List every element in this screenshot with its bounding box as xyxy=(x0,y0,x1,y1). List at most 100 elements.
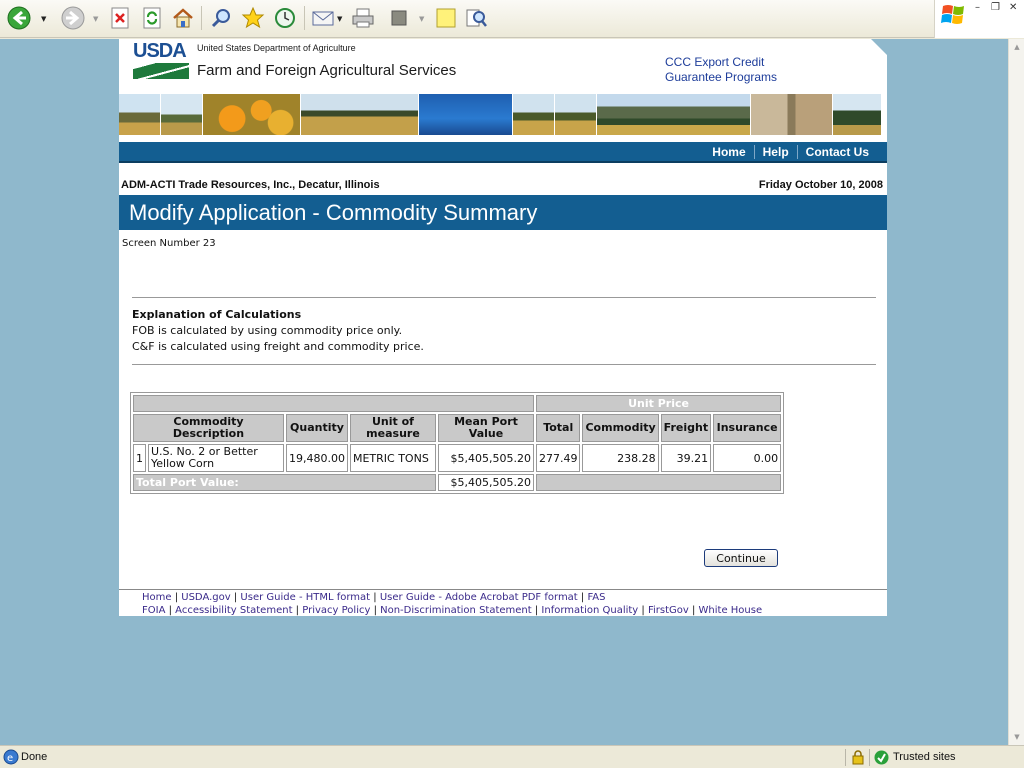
back-icon[interactable] xyxy=(6,5,32,31)
footer-user-guide-pdf-link[interactable]: User Guide - Adobe Acrobat PDF format xyxy=(380,592,578,603)
ie-page-icon: e xyxy=(3,749,19,765)
usda-swoosh-icon xyxy=(133,63,189,79)
restore-button[interactable]: ❐ xyxy=(991,2,1000,13)
continue-button[interactable]: Continue xyxy=(704,549,778,567)
page-title: Modify Application - Commodity Summary xyxy=(119,195,887,230)
nav-help-link[interactable]: Help xyxy=(753,144,797,159)
banner-photo-field xyxy=(161,94,203,135)
forward-dropdown-icon[interactable]: ▼ xyxy=(93,15,98,23)
close-button[interactable]: ✕ xyxy=(1009,2,1017,13)
row-freight: 39.21 xyxy=(660,444,712,472)
vertical-scrollbar[interactable]: ▲ ▼ xyxy=(1008,39,1024,745)
search-icon[interactable] xyxy=(208,5,234,31)
row-unit: METRIC TONS xyxy=(349,444,436,472)
back-dropdown-icon[interactable]: ▼ xyxy=(41,15,46,23)
department-name: United States Department of Agriculture xyxy=(197,43,356,53)
commodity-summary-table: Unit Price Commodity Description Quantit… xyxy=(130,392,785,494)
table-total-row: Total Port Value: $5,405,505.20 xyxy=(133,474,782,491)
print-icon[interactable] xyxy=(350,5,376,31)
row-total: 277.49 xyxy=(535,444,581,472)
mail-dropdown-icon[interactable]: ▼ xyxy=(337,15,342,23)
col-total-header: Total xyxy=(535,414,581,442)
refresh-icon[interactable] xyxy=(139,5,165,31)
footer-links: Home | USDA.gov | User Guide - HTML form… xyxy=(142,591,762,617)
svg-text:e: e xyxy=(7,753,13,764)
history-icon[interactable] xyxy=(272,5,298,31)
discuss-icon[interactable] xyxy=(433,5,459,31)
usda-logo[interactable]: USDA xyxy=(133,41,189,81)
table-group-header-row: Unit Price xyxy=(133,395,782,412)
browser-viewport: USDA United States Department of Agricul… xyxy=(0,39,1008,745)
row-quantity: 19,480.00 xyxy=(286,444,348,472)
windows-logo-area: – ❐ ✕ xyxy=(934,0,1024,38)
forward-icon[interactable] xyxy=(60,5,86,31)
footer-line-2: FOIA | Accessibility Statement | Privacy… xyxy=(142,605,763,616)
total-row-filler xyxy=(535,474,782,491)
explanation-heading: Explanation of Calculations xyxy=(132,308,302,321)
status-text: Done xyxy=(21,751,48,763)
lock-icon xyxy=(852,750,864,765)
screen-number: Screen Number 23 xyxy=(122,238,216,249)
banner-photo-field xyxy=(119,94,161,135)
col-insurance-header: Insurance xyxy=(713,414,782,442)
organization-name: ADM-ACTI Trade Resources, Inc., Decatur,… xyxy=(121,179,380,191)
footer-firstgov-link[interactable]: FirstGov xyxy=(648,605,689,616)
banner-photo-prairie xyxy=(301,94,419,135)
footer-fas-link[interactable]: FAS xyxy=(587,592,605,603)
banner-photo-lake xyxy=(419,94,513,135)
row-commodity-price: 238.28 xyxy=(582,444,659,472)
row-insurance: 0.00 xyxy=(713,444,782,472)
col-unit-header: Unit of measure xyxy=(349,414,436,442)
footer-line-1: Home | USDA.gov | User Guide - HTML form… xyxy=(142,592,606,603)
footer-usda-link[interactable]: USDA.gov xyxy=(181,592,230,603)
nav-contact-link[interactable]: Contact Us xyxy=(796,144,877,159)
footer-foia-link[interactable]: FOIA xyxy=(142,605,165,616)
footer-divider xyxy=(119,589,887,590)
stop-icon[interactable] xyxy=(107,5,133,31)
banner-photo-oranges xyxy=(203,94,301,135)
footer-accessibility-link[interactable]: Accessibility Statement xyxy=(175,605,292,616)
row-mean-port-value: $5,405,505.20 xyxy=(437,444,534,472)
security-zone: Trusted sites xyxy=(893,751,956,763)
footer-home-link[interactable]: Home xyxy=(142,592,172,603)
col-freight-header: Freight xyxy=(660,414,712,442)
top-nav: Home Help Contact Us xyxy=(119,142,887,163)
col-quantity-header: Quantity xyxy=(286,414,348,442)
scroll-down-arrow-icon[interactable]: ▼ xyxy=(1009,729,1024,745)
browser-toolbar: ▼ ▼ ▼ ▼ – ❐ ✕ xyxy=(0,0,1024,38)
home-icon[interactable] xyxy=(170,5,196,31)
edit-icon[interactable] xyxy=(386,5,412,31)
favorites-icon[interactable] xyxy=(240,5,266,31)
photo-banner xyxy=(119,94,887,135)
banner-photo-mountain xyxy=(597,94,751,135)
footer-privacy-link[interactable]: Privacy Policy xyxy=(302,605,370,616)
divider xyxy=(132,364,876,365)
research-icon[interactable] xyxy=(463,5,489,31)
footer-non-discrimination-link[interactable]: Non-Discrimination Statement xyxy=(380,605,532,616)
unit-price-group-header: Unit Price xyxy=(535,395,782,412)
banner-photo-farmers xyxy=(751,94,833,135)
context-line: ADM-ACTI Trade Resources, Inc., Decatur,… xyxy=(119,163,887,195)
nav-home-link[interactable]: Home xyxy=(704,145,753,159)
status-bar: e Done Trusted sites xyxy=(0,745,1024,768)
total-port-value-label: Total Port Value: xyxy=(133,474,436,491)
explanation-line-1: FOB is calculated by using commodity pri… xyxy=(132,324,403,337)
page-corner xyxy=(871,39,887,55)
scroll-up-arrow-icon[interactable]: ▲ xyxy=(1009,39,1024,55)
usda-logo-text: USDA xyxy=(133,40,187,62)
table-row: 1 U.S. No. 2 or Better Yellow Corn 19,48… xyxy=(133,444,782,472)
minimize-button[interactable]: – xyxy=(975,2,980,13)
footer-white-house-link[interactable]: White House xyxy=(699,605,763,616)
current-date: Friday October 10, 2008 xyxy=(758,179,883,191)
row-index: 1 xyxy=(133,444,146,472)
footer-user-guide-html-link[interactable]: User Guide - HTML format xyxy=(240,592,370,603)
banner-photo-field xyxy=(513,94,555,135)
footer-information-quality-link[interactable]: Information Quality xyxy=(541,605,638,616)
program-name: CCC Export Credit Guarantee Programs xyxy=(665,55,777,85)
total-port-value: $5,405,505.20 xyxy=(437,474,534,491)
col-commodity-header: Commodity Description xyxy=(133,414,284,442)
web-page: USDA United States Department of Agricul… xyxy=(119,39,887,616)
mail-icon[interactable] xyxy=(310,5,336,31)
col-mean-port-value-header: Mean Port Value xyxy=(437,414,534,442)
edit-dropdown-icon[interactable]: ▼ xyxy=(419,15,424,23)
